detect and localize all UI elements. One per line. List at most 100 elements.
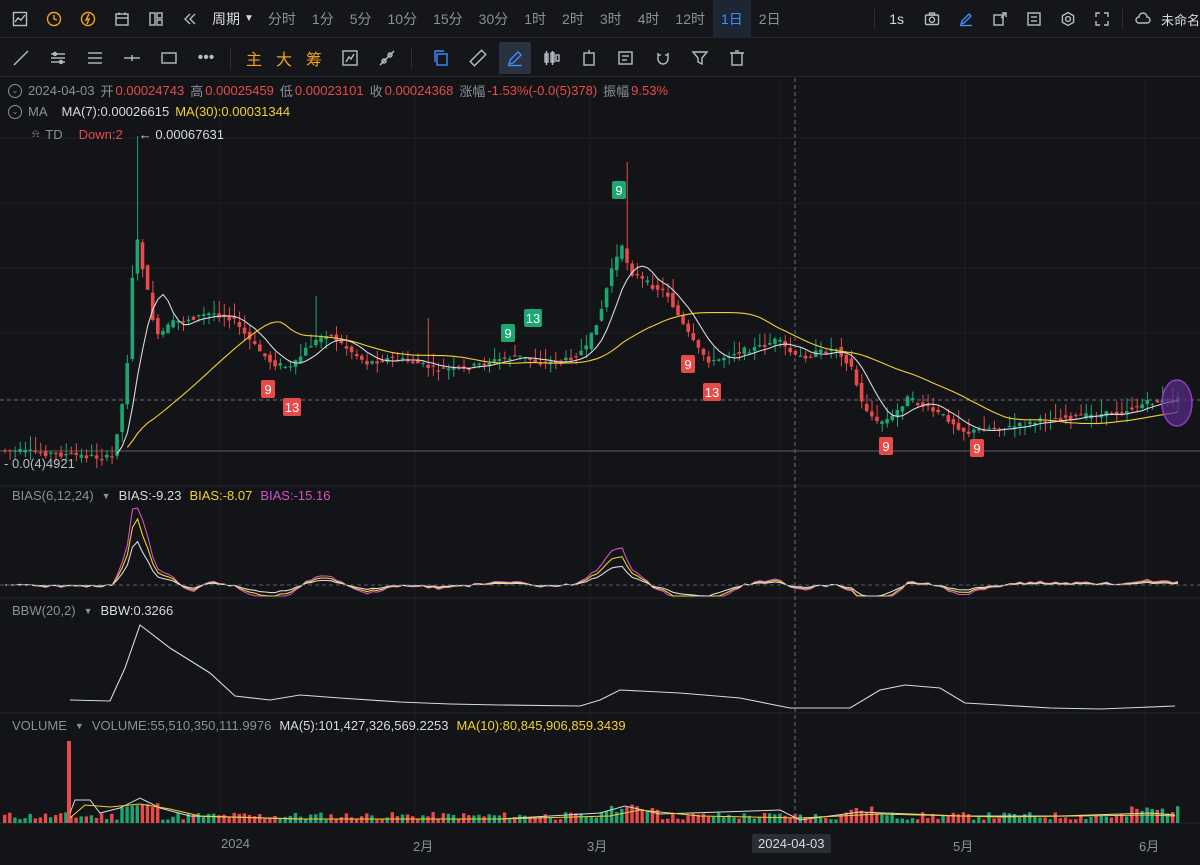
fullscreen-icon[interactable]	[1088, 5, 1116, 33]
chip-button[interactable]: 筹	[299, 42, 329, 74]
settings-panel-icon[interactable]	[1020, 5, 1048, 33]
volume-bar	[212, 813, 216, 823]
interval-tab[interactable]: 10分	[380, 0, 426, 38]
interval-tab[interactable]: 3时	[592, 0, 630, 38]
candle-body	[1007, 425, 1012, 428]
magnet-icon[interactable]	[647, 42, 679, 74]
volume-bar	[1135, 808, 1139, 823]
chart-icon[interactable]	[6, 5, 34, 33]
chevron-down-icon[interactable]: ▼	[75, 721, 84, 731]
interval-tab[interactable]: 30分	[471, 0, 517, 38]
candle-body	[1053, 417, 1058, 420]
chevron-down-icon[interactable]: ▼	[102, 491, 111, 501]
camera-icon[interactable]	[918, 5, 946, 33]
volume-bar	[701, 813, 706, 823]
auto-draw-icon[interactable]	[334, 42, 366, 74]
volume-bar	[288, 815, 292, 823]
candle-body	[900, 406, 905, 412]
volume-bar	[258, 814, 262, 823]
layout-icon[interactable]	[142, 5, 170, 33]
volume-bar	[982, 819, 986, 823]
volume-bar	[18, 819, 22, 823]
candle-body	[655, 285, 660, 290]
volume-bar	[207, 813, 211, 823]
delete-marker-icon[interactable]	[573, 42, 605, 74]
ruler-icon[interactable]	[462, 42, 494, 74]
filter-icon[interactable]	[684, 42, 716, 74]
candle-body	[196, 315, 201, 317]
volume-bar	[717, 812, 721, 823]
collapse-icon[interactable]: ⌄	[8, 83, 22, 98]
parallel-channel-icon[interactable]	[42, 42, 74, 74]
rewind-icon[interactable]	[176, 5, 204, 33]
volume-indicator-name[interactable]: VOLUME	[12, 718, 67, 733]
chevron-down-icon[interactable]: ▼	[84, 606, 93, 616]
interval-tab[interactable]: 5分	[342, 0, 380, 38]
volume-bar	[584, 816, 588, 823]
cloud-icon[interactable]	[1129, 5, 1157, 33]
interval-tab[interactable]: 15分	[425, 0, 471, 38]
refresh-rate[interactable]: 1s	[889, 11, 904, 27]
chart-area[interactable]: 9 13 9 9 13 9 13 9 9 ⌄ 2024-04-03 开 0.00024743 高0…	[0, 78, 1200, 865]
volume-bar	[742, 813, 746, 823]
volume-bar	[380, 819, 384, 823]
ma-indicator-name[interactable]: MA	[28, 104, 48, 119]
chart-canvas[interactable]: 9 13 9 9 13 9 13 9 9	[0, 78, 1200, 865]
interval-tab[interactable]: 分时	[260, 0, 304, 38]
volume-bar	[620, 808, 624, 823]
volume-bar	[3, 814, 7, 823]
lightning-icon[interactable]	[74, 5, 102, 33]
volume-bar	[268, 818, 272, 823]
interval-tab[interactable]: 4时	[630, 0, 668, 38]
high-value: 0.00025459	[205, 83, 274, 98]
volume-bar	[125, 806, 129, 823]
volume-bar	[74, 817, 78, 823]
calendar-icon[interactable]	[108, 5, 136, 33]
rectangle-icon[interactable]	[153, 42, 185, 74]
gear-icon[interactable]	[1054, 5, 1082, 33]
brush-icon[interactable]	[499, 41, 531, 74]
candle-body	[1150, 404, 1155, 406]
volume-bar	[395, 816, 400, 823]
more-icon[interactable]: •••	[190, 42, 222, 74]
big-order-button[interactable]: 大	[269, 42, 299, 74]
interval-tab[interactable]: 1分	[304, 0, 342, 38]
td-indicator-name[interactable]: TD	[45, 127, 62, 142]
candle-body	[987, 428, 991, 430]
trash-icon[interactable]	[721, 42, 753, 74]
horizontal-line-icon[interactable]	[116, 42, 148, 74]
bias-indicator-name[interactable]: BIAS(6,12,24)	[12, 488, 94, 503]
interval-tab[interactable]: 1时	[516, 0, 554, 38]
candle-body	[1079, 414, 1083, 416]
interval-tab[interactable]: 2时	[554, 0, 592, 38]
interval-tab[interactable]: 1日	[713, 0, 751, 38]
pattern-icon[interactable]	[371, 42, 403, 74]
replay-icon[interactable]	[986, 5, 1014, 33]
volume-bar	[1170, 812, 1175, 823]
bbw-indicator-name[interactable]: BBW(20,2)	[12, 603, 76, 618]
clock-icon[interactable]	[40, 5, 68, 33]
note-icon[interactable]	[610, 42, 642, 74]
volume-bar	[987, 812, 991, 823]
candlestick-icon[interactable]	[536, 42, 568, 74]
copy-icon[interactable]	[425, 42, 457, 74]
fib-lines-icon[interactable]	[79, 42, 111, 74]
volume-bar	[1125, 816, 1129, 823]
bell-icon[interactable]: ⍾	[32, 128, 39, 141]
volume-bar	[834, 819, 838, 823]
candle-body	[237, 322, 242, 327]
volume-bar	[227, 817, 231, 823]
volume-bar	[829, 819, 833, 823]
layout-name[interactable]: 未命名	[1161, 10, 1200, 29]
collapse-icon[interactable]: ⌄	[8, 104, 22, 119]
trend-line-icon[interactable]	[5, 42, 37, 74]
interval-tab[interactable]: 12时	[667, 0, 713, 38]
pen-icon[interactable]	[952, 5, 980, 33]
main-force-button[interactable]: 主	[239, 42, 269, 74]
candle-body	[497, 359, 502, 362]
period-dropdown[interactable]: 周期 ▼	[212, 9, 254, 29]
volume-value: VOLUME:55,510,350,111.9976	[91, 718, 272, 733]
interval-tab[interactable]: 2日	[751, 0, 789, 38]
volume-bar	[33, 818, 37, 823]
ma30-value: MA(30):0.00031344	[175, 104, 291, 119]
